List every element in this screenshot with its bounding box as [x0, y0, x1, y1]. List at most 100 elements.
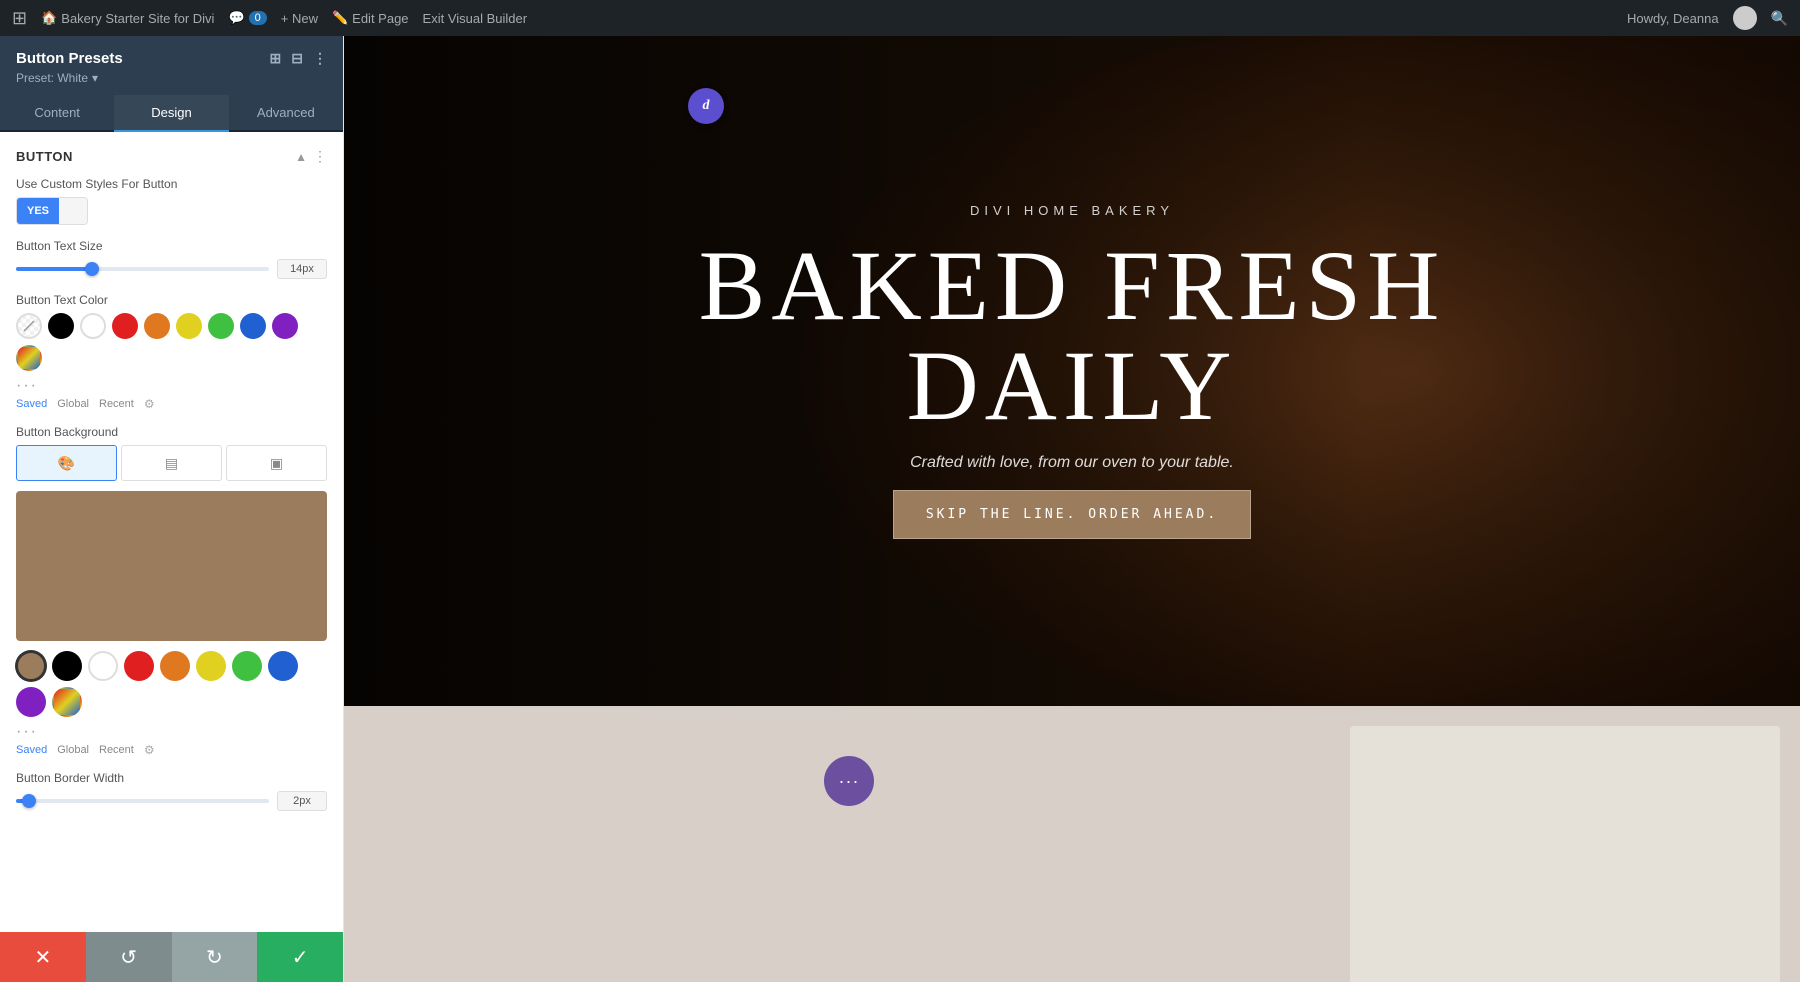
custom-styles-label: Use Custom Styles For Button — [16, 177, 327, 191]
comments-link[interactable]: 💬 0 — [228, 10, 266, 26]
section-more-icon[interactable]: ⋮ — [313, 148, 327, 165]
hero-title-line2: DAILY — [906, 330, 1237, 441]
purple-color-swatch[interactable] — [272, 313, 298, 339]
left-panel: Button Presets ⊞ ⊟ ⋮ Preset: White ▾ Con… — [0, 36, 344, 982]
blue-color-swatch[interactable] — [240, 313, 266, 339]
redo-button[interactable]: ↻ — [172, 932, 258, 982]
wp-logo-icon[interactable]: ⊞ — [12, 8, 27, 29]
bg-image-btn[interactable]: ▣ — [226, 445, 327, 481]
border-width-row: Button Border Width 2px — [16, 771, 327, 811]
bg-recent-tab[interactable]: Recent — [99, 744, 134, 756]
tab-advanced[interactable]: Advanced — [229, 95, 343, 132]
more-colors-toggle[interactable]: ··· — [16, 377, 327, 395]
border-width-slider-row: 2px — [16, 791, 327, 811]
site-name-text: Bakery Starter Site for Divi — [61, 11, 214, 26]
global-colors-tab[interactable]: Global — [57, 398, 89, 410]
tab-content[interactable]: Content — [0, 95, 114, 132]
search-icon[interactable]: 🔍 — [1771, 10, 1788, 27]
yes-no-toggle[interactable]: YES — [16, 197, 88, 225]
panel-preset-row: Preset: White ▾ — [16, 71, 327, 85]
howdy-text: Howdy, Deanna — [1627, 11, 1719, 26]
exit-builder-link[interactable]: Exit Visual Builder — [423, 11, 528, 26]
divi-float-button[interactable]: d — [688, 88, 724, 124]
bg-gradient-btn[interactable]: ▤ — [121, 445, 222, 481]
border-width-slider-thumb[interactable] — [22, 794, 36, 808]
admin-bar-right: Howdy, Deanna 🔍 — [1627, 6, 1788, 30]
bg-black-swatch[interactable] — [52, 651, 82, 681]
bubble-dots-icon: ··· — [839, 771, 860, 792]
transparent-color-swatch[interactable] — [16, 313, 42, 339]
admin-bar-left: ⊞ 🏠 Bakery Starter Site for Divi 💬 0 + N… — [12, 8, 1611, 29]
black-color-swatch[interactable] — [48, 313, 74, 339]
hero-content: DIVI HOME BAKERY BAKED FRESH DAILY Craft… — [699, 203, 1446, 539]
more-bg-colors-toggle[interactable]: ··· — [16, 723, 327, 741]
panel-tabs: Content Design Advanced — [0, 95, 343, 132]
save-button[interactable]: ✓ — [257, 932, 343, 982]
red-color-swatch[interactable] — [112, 313, 138, 339]
purple-bubble-button[interactable]: ··· — [824, 756, 874, 806]
collapse-icon[interactable]: ▲ — [295, 150, 307, 164]
white-color-swatch[interactable] — [80, 313, 106, 339]
color-preview-large[interactable] — [16, 491, 327, 641]
new-link[interactable]: + New — [281, 11, 318, 26]
hero-subtitle: DIVI HOME BAKERY — [970, 203, 1174, 218]
panel-title-icons: ⊞ ⊟ ⋮ — [270, 50, 327, 67]
panel-header: Button Presets ⊞ ⊟ ⋮ Preset: White ▾ — [0, 36, 343, 95]
more-options-icon[interactable]: ⋮ — [313, 50, 327, 67]
hero-description: Crafted with love, from our oven to your… — [910, 454, 1234, 472]
custom-styles-row: Use Custom Styles For Button YES — [16, 177, 327, 225]
bg-green-swatch[interactable] — [232, 651, 262, 681]
yellow-color-swatch[interactable] — [176, 313, 202, 339]
hero-title: BAKED FRESH DAILY — [699, 236, 1446, 436]
orange-color-swatch[interactable] — [144, 313, 170, 339]
panel-footer: ✕ ↺ ↻ ✓ — [0, 932, 343, 982]
color-settings-icon[interactable]: ⚙ — [144, 397, 155, 411]
text-size-slider-track[interactable] — [16, 267, 269, 271]
comment-count-badge: 0 — [249, 11, 267, 25]
custom-color-swatch[interactable] — [16, 345, 42, 371]
bg-label: Button Background — [16, 425, 327, 439]
text-size-label: Button Text Size — [16, 239, 327, 253]
toggle-yes-btn[interactable]: YES — [17, 198, 59, 224]
copy-icon[interactable]: ⊞ — [270, 50, 282, 67]
border-width-value[interactable]: 2px — [277, 791, 327, 811]
bg-brown-swatch[interactable] — [16, 651, 46, 681]
user-avatar[interactable] — [1733, 6, 1757, 30]
bg-white-swatch[interactable] — [88, 651, 118, 681]
preset-chevron-icon: ▾ — [92, 71, 98, 85]
bg-settings-icon[interactable]: ⚙ — [144, 743, 155, 757]
close-icon: ✕ — [34, 945, 51, 970]
site-name-wp-icon: 🏠 — [41, 10, 57, 26]
bg-solid-btn[interactable]: 🎨 — [16, 445, 117, 481]
hero-cta-button[interactable]: SKIP THE LINE. ORDER AHEAD. — [893, 490, 1251, 539]
bg-saved-tab[interactable]: Saved — [16, 744, 47, 756]
preset-label: Preset: White — [16, 71, 88, 85]
bg-global-tab[interactable]: Global — [57, 744, 89, 756]
recent-colors-tab[interactable]: Recent — [99, 398, 134, 410]
bg-color-meta-row: Saved Global Recent ⚙ — [16, 743, 327, 757]
toggle-no-btn[interactable] — [59, 198, 87, 224]
text-size-value[interactable]: 14px — [277, 259, 327, 279]
section-title: Button — [16, 149, 73, 164]
saved-colors-tab[interactable]: Saved — [16, 398, 47, 410]
bg-custom-swatch[interactable] — [52, 687, 82, 717]
hero-title-line1: BAKED FRESH — [699, 230, 1446, 341]
edit-page-link[interactable]: ✏️ Edit Page — [332, 10, 409, 26]
tab-design[interactable]: Design — [114, 95, 228, 132]
layout-icon[interactable]: ⊟ — [291, 50, 303, 67]
bg-type-row: 🎨 ▤ ▣ — [16, 445, 327, 481]
undo-button[interactable]: ↺ — [86, 932, 172, 982]
green-color-swatch[interactable] — [208, 313, 234, 339]
close-button[interactable]: ✕ — [0, 932, 86, 982]
bg-yellow-swatch[interactable] — [196, 651, 226, 681]
site-name-link[interactable]: 🏠 Bakery Starter Site for Divi — [41, 10, 214, 26]
border-width-slider-track[interactable] — [16, 799, 269, 803]
bg-row: Button Background 🎨 ▤ ▣ — [16, 425, 327, 757]
text-size-slider-thumb[interactable] — [85, 262, 99, 276]
edit-icon: ✏️ — [332, 10, 348, 26]
bg-blue-swatch[interactable] — [268, 651, 298, 681]
bg-purple-swatch[interactable] — [16, 687, 46, 717]
bg-orange-swatch[interactable] — [160, 651, 190, 681]
text-color-section: ··· Saved Global Recent ⚙ — [16, 313, 327, 411]
bg-red-swatch[interactable] — [124, 651, 154, 681]
